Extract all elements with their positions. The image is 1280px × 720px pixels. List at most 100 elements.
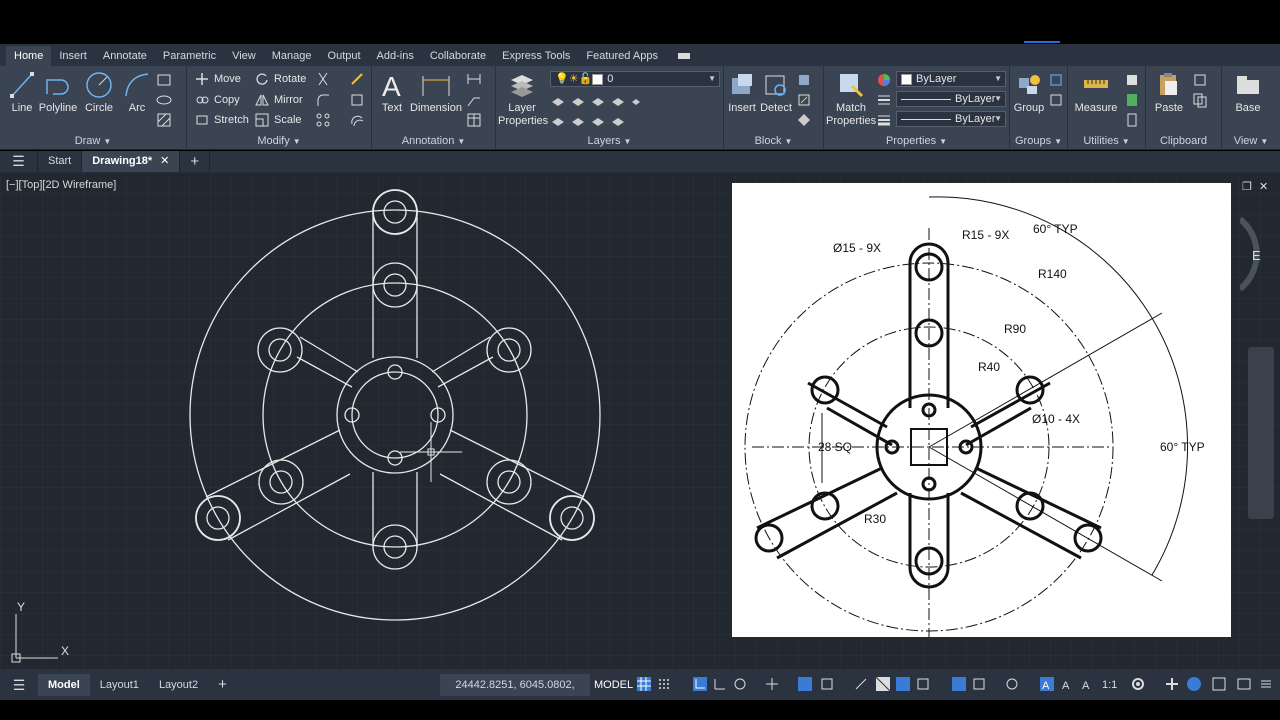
tab-start[interactable]: Start [38, 151, 83, 172]
drawing-canvas[interactable]: [−][Top][2D Wireframe] Y X Ø15 - 9X R15 … [0, 172, 1280, 669]
clean-screen-icon[interactable] [1237, 677, 1251, 691]
base-button[interactable]: Base [1228, 70, 1268, 115]
lineweight-display-icon[interactable] [798, 677, 812, 691]
new-tab-button[interactable]: + [180, 151, 211, 172]
match-properties-button[interactable]: Match Properties [826, 70, 876, 128]
rotate-button[interactable]: Rotate [255, 70, 306, 88]
grid-icon[interactable] [637, 677, 651, 691]
hatch-icon[interactable] [156, 112, 172, 128]
line-button[interactable]: Line [6, 70, 38, 115]
arc-button[interactable]: Arc [120, 70, 154, 115]
panel-view-title[interactable]: View ▼ [1222, 134, 1280, 148]
tab-add-ins[interactable]: Add-ins [369, 46, 422, 66]
group-button[interactable]: Group [1012, 70, 1046, 115]
transparency-icon[interactable] [854, 677, 868, 691]
group-edit-icon[interactable] [1048, 92, 1064, 108]
create-block-icon[interactable] [796, 72, 812, 88]
navigation-bar[interactable] [1248, 347, 1274, 519]
coordinate-readout[interactable]: 24442.8251, 6045.0802, 0.0000 [440, 674, 590, 713]
explode-icon[interactable] [349, 92, 365, 108]
panel-modify-title[interactable]: Modify ▼ [187, 134, 371, 148]
dynamic-ucs-icon[interactable] [916, 677, 930, 691]
id-point-icon[interactable] [1124, 72, 1140, 88]
insert-button[interactable]: Insert [726, 70, 758, 115]
polyline-button[interactable]: Polyline [38, 70, 78, 115]
tab-collaborate[interactable]: Collaborate [422, 46, 494, 66]
text-button[interactable]: A Text [378, 70, 406, 115]
fillet-icon[interactable] [315, 92, 331, 108]
panel-layers-title[interactable]: Layers ▼ [496, 134, 723, 148]
customization-icon[interactable] [1259, 677, 1273, 691]
selection-filter-icon[interactable] [952, 677, 966, 691]
tab-home[interactable]: Home [6, 46, 52, 66]
circle-button[interactable]: Circle [82, 70, 116, 115]
copy-button[interactable]: Copy [195, 91, 240, 109]
lineweight-dropdown[interactable]: ByLayer ▼ [896, 111, 1006, 127]
panel-properties-title[interactable]: Properties ▼ [824, 134, 1009, 148]
copy-clip-icon[interactable] [1192, 92, 1208, 108]
leader-icon[interactable] [466, 92, 482, 108]
erase-icon[interactable] [349, 71, 365, 87]
panel-block-title[interactable]: Block ▼ [724, 134, 823, 148]
layout-menu-button[interactable]: ☰ [0, 674, 38, 696]
panel-clipboard-title[interactable]: Clipboard [1146, 134, 1221, 148]
ellipse-icon[interactable] [156, 92, 172, 108]
reference-image[interactable]: Ø15 - 9X R15 - 9X 60° TYP R140 R90 R40 Ø… [732, 183, 1231, 637]
tab-output[interactable]: Output [320, 46, 369, 66]
model-space-toggle[interactable]: MODEL [594, 674, 633, 696]
close-tab-icon[interactable]: ✕ [160, 155, 169, 167]
snap-icon[interactable] [657, 677, 671, 691]
app-menu-button[interactable]: ☰ [0, 151, 38, 172]
restore-viewport-icon[interactable]: ❐ [1242, 180, 1252, 193]
layer-dropdown[interactable]: 💡☀🔓 0 ▼ [550, 71, 720, 87]
table-icon[interactable] [466, 112, 482, 128]
quick-calc-icon[interactable] [1124, 92, 1140, 108]
trim-icon[interactable] [315, 71, 331, 87]
move-button[interactable]: Move [195, 70, 241, 88]
ortho-icon[interactable] [693, 677, 707, 691]
hardware-acceleration-icon[interactable] [1212, 677, 1226, 691]
tab-featured-apps[interactable]: Featured Apps [578, 46, 666, 66]
selection-cycling-icon[interactable] [876, 677, 890, 691]
cut-icon[interactable] [1192, 72, 1208, 88]
array-icon[interactable] [315, 112, 331, 128]
object-snap-icon[interactable] [820, 677, 834, 691]
ungroup-icon[interactable] [1048, 72, 1064, 88]
tab-layout1[interactable]: Layout1 [90, 674, 149, 696]
detect-button[interactable]: Detect [758, 70, 794, 115]
mirror-button[interactable]: Mirror [255, 91, 303, 109]
scale-button[interactable]: Scale [255, 111, 302, 129]
annotation-visibility-icon[interactable] [1005, 677, 1019, 691]
stretch-button[interactable]: Stretch [195, 111, 249, 129]
units-icon[interactable] [1187, 677, 1201, 691]
panel-utilities-title[interactable]: Utilities ▼ [1068, 134, 1145, 148]
object-snap-tracking-icon[interactable] [765, 677, 779, 691]
layer-properties-button[interactable]: Layer Properties [498, 70, 548, 128]
layer-tools-row1-icon[interactable] [550, 92, 640, 108]
paste-button[interactable]: Paste [1152, 70, 1186, 115]
rectangle-icon[interactable] [156, 72, 172, 88]
annotation-scale-icon[interactable]: A [1040, 677, 1054, 691]
tab-manage[interactable]: Manage [264, 46, 320, 66]
annotation-monitor-icon[interactable] [1165, 677, 1179, 691]
add-layout-button[interactable]: + [208, 674, 237, 696]
linetype-dropdown[interactable]: ByLayer ▼ [896, 91, 1006, 107]
layer-tools-row2-icon[interactable] [550, 112, 640, 128]
annotation-scale-value[interactable]: 1:1 [1102, 674, 1117, 696]
polar-tracking-icon[interactable] [713, 677, 727, 691]
measure-button[interactable]: Measure [1072, 70, 1120, 115]
tab-layout2[interactable]: Layout2 [149, 674, 208, 696]
color-dropdown[interactable]: ByLayer ▼ [896, 71, 1006, 87]
block-attributes-icon[interactable] [796, 112, 812, 128]
offset-icon[interactable] [349, 112, 365, 128]
tab-annotate[interactable]: Annotate [95, 46, 155, 66]
annotation-add-icon[interactable]: A [1080, 677, 1094, 691]
workspace-gear-icon[interactable] [1131, 677, 1145, 691]
panel-groups-title[interactable]: Groups ▼ [1010, 134, 1067, 148]
panel-annotation-title[interactable]: Annotation ▼ [372, 134, 495, 148]
cad-model-drawing[interactable] [0, 172, 720, 669]
tab-view[interactable]: View [224, 46, 264, 66]
gizmo-icon[interactable] [972, 677, 986, 691]
tab-model[interactable]: Model [38, 673, 90, 696]
close-viewport-icon[interactable]: ✕ [1259, 180, 1268, 193]
